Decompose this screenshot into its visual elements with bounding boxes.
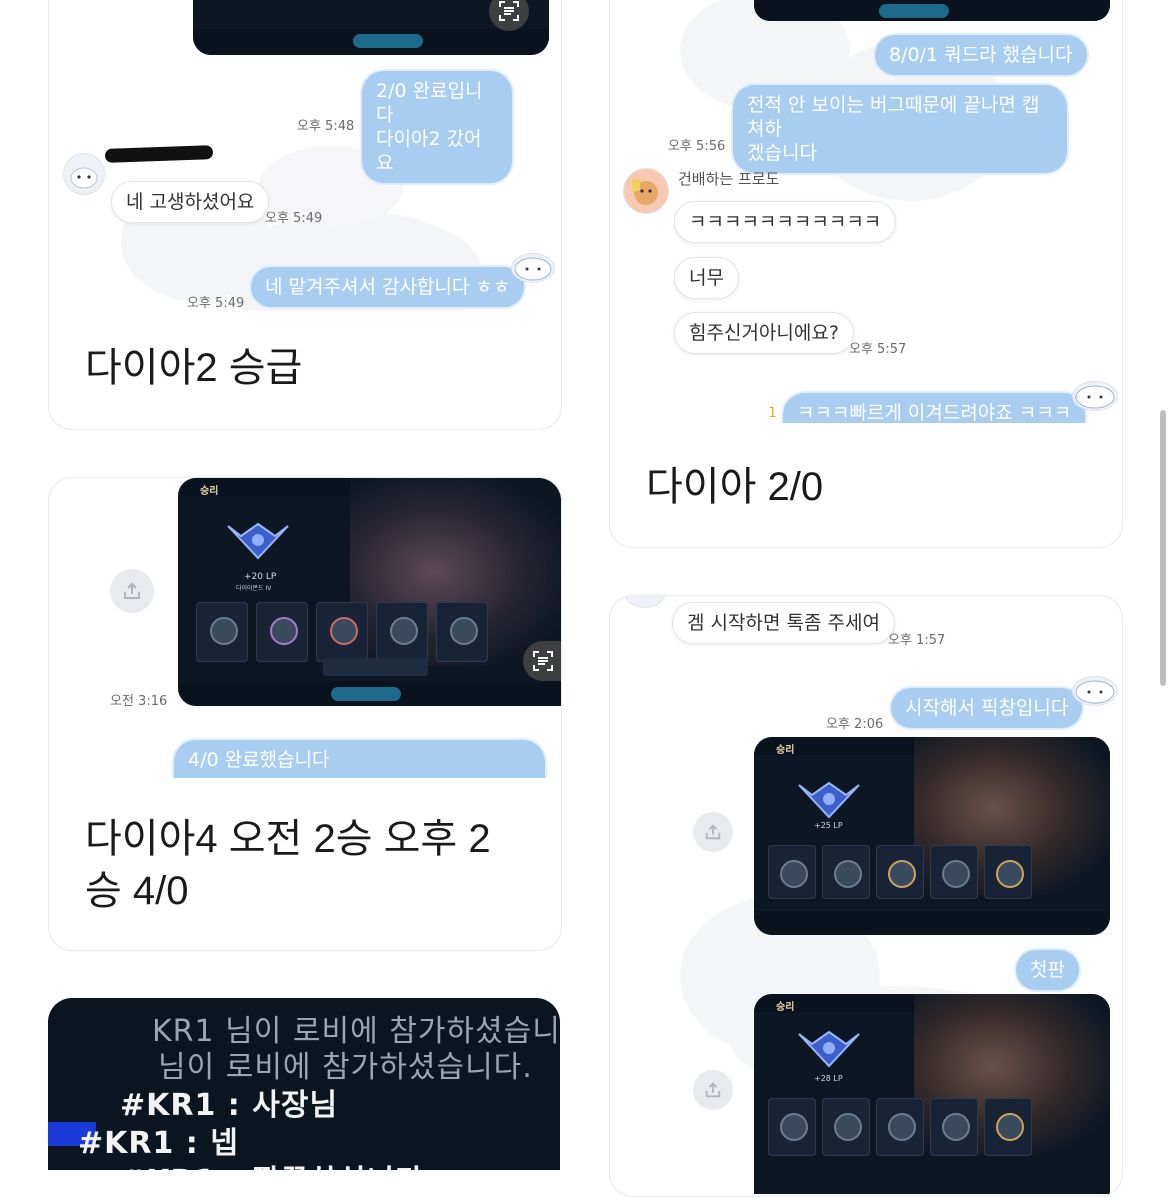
- avatar: [1072, 676, 1118, 706]
- share-icon[interactable]: [693, 1070, 733, 1110]
- mission-tile: [876, 1098, 924, 1156]
- mission-tile: [768, 845, 816, 899]
- lp-gain: +25 LP: [814, 821, 843, 830]
- message-bubble-incoming: 겜 시작하면 톡좀 주세여: [672, 602, 895, 644]
- mission-tile: [984, 845, 1032, 899]
- message-time: 오후 2:06: [826, 717, 884, 732]
- screenshot-footer: [754, 911, 1110, 935]
- message-bubble-incoming: ㅋㅋㅋㅋㅋㅋㅋㅋㅋㅋㅋ: [674, 201, 897, 243]
- mission-tile: [930, 845, 978, 899]
- victory-title: 승리: [776, 1002, 795, 1013]
- rank-crest-icon: [223, 518, 293, 564]
- message-bubble-outgoing: 네 맡겨주셔서 감사합니다 ㅎㅎ: [251, 267, 525, 307]
- lobby-chat-line: #KR1 : 깔끔하십니다: [120, 1156, 424, 1170]
- message-bubble-outgoing: 시작해서 픽창입니다: [891, 688, 1083, 728]
- scrollbar[interactable]: [1160, 410, 1166, 686]
- mission-tile: [822, 845, 870, 899]
- mission-tile: [822, 1098, 870, 1156]
- avatar: [1072, 381, 1118, 411]
- mission-tile: [316, 602, 368, 662]
- message-line: 겠습니다: [747, 142, 817, 164]
- screenshot-footer: [178, 682, 561, 706]
- rank-label: 다이아몬드 IV: [236, 585, 272, 592]
- chat-preview: 2/0 완료입니다 다이아2 갔어요 오후 5:48 네 고생하셨어요 오후 5…: [49, 0, 561, 311]
- message-bubble-outgoing: 전적 안 보이는 버그때문에 끝나면 캡쳐하 겠습니다: [733, 85, 1067, 173]
- caption-line: 다이아4 오전 2승 오후 2: [85, 817, 491, 861]
- victory-title: 승리: [200, 486, 219, 497]
- mission-tile: [376, 602, 428, 662]
- unread-count: 1: [768, 405, 777, 421]
- text-scan-icon[interactable]: [523, 641, 561, 681]
- post-card-5[interactable]: 겜 시작하면 톡좀 주세여 오후 1:57 시작해서 픽창입니다 오후 2:06…: [609, 595, 1123, 1197]
- message-bubble-outgoing: 8/0/1 쿼드라 했습니다: [875, 35, 1087, 75]
- mission-tile: [196, 602, 248, 662]
- lp-gain: +28 LP: [814, 1074, 843, 1083]
- screenshot-footer: [754, 0, 1110, 21]
- message-time: 오후 5:49: [265, 211, 323, 226]
- message-bubble-outgoing: 2/0 완료입니다 다이아2 갔어요: [362, 71, 512, 183]
- mission-tile: [930, 1098, 978, 1156]
- message-time: 오후 5:49: [187, 296, 245, 311]
- mission-tile: [256, 602, 308, 662]
- chat-preview: 겜 시작하면 톡좀 주세여 오후 1:57 시작해서 픽창입니다 오후 2:06…: [610, 596, 1122, 1196]
- game-screenshot[interactable]: 승리 +25 LP: [754, 737, 1110, 935]
- avatar: [63, 153, 105, 195]
- message-line: 다이아2 갔어요: [376, 128, 482, 174]
- avatar: [624, 596, 666, 608]
- avatar: [511, 253, 555, 283]
- message-line: 2/0 완료입니다: [376, 80, 483, 126]
- game-screenshot-thumbnail[interactable]: [193, 0, 549, 55]
- message-time: 오후 5:56: [668, 139, 726, 154]
- post-caption: 다이아2 승급: [85, 346, 303, 390]
- lp-gain: +20 LP: [244, 572, 277, 582]
- message-bubble-outgoing: ㅋㅋㅋ빠르게 이겨드려야죠 ㅋㅋㅋ: [783, 393, 1086, 423]
- caption-line: 승 4/0: [85, 869, 189, 913]
- message-bubble-incoming: 네 고생하셨어요: [111, 181, 270, 223]
- rank-crest-icon: [794, 777, 864, 823]
- message-time: 오후 5:48: [297, 119, 355, 134]
- text-scan-icon[interactable]: [489, 0, 529, 31]
- frodo-avatar: [623, 168, 669, 214]
- victory-title: 승리: [776, 745, 795, 756]
- rank-crest-icon: [794, 1026, 864, 1072]
- post-card-3-lobby-screenshot[interactable]: KR1 님이 로비에 참가하셨습니다. 님이 로비에 참가하셨습니다. #KR1…: [48, 998, 560, 1170]
- mission-tile: [768, 1098, 816, 1156]
- message-bubble-outgoing: 첫판: [1016, 950, 1079, 990]
- post-caption: 다이아 2/0: [646, 465, 824, 509]
- message-line: 전적 안 보이는 버그때문에 끝나면 캡쳐하: [747, 94, 1040, 140]
- post-caption: 다이아4 오전 2승 오후 2 승 4/0: [85, 813, 491, 917]
- post-card-4[interactable]: 8/0/1 쿼드라 했습니다 전적 안 보이는 버그때문에 끝나면 캡쳐하 겠습…: [609, 0, 1123, 548]
- message-time: 오후 1:57: [888, 633, 946, 648]
- chat-preview: 승리 +20 LP 다이아몬드 IV 오전 3:16 4/0 완료했습니다: [49, 478, 561, 778]
- share-icon[interactable]: [693, 812, 733, 852]
- game-screenshot[interactable]: 승리 +28 LP: [754, 994, 1110, 1194]
- game-screenshot-thumbnail[interactable]: [754, 0, 1110, 21]
- game-screenshot[interactable]: 승리 +20 LP 다이아몬드 IV: [178, 478, 561, 706]
- sender-name: 건배하는 프로도: [678, 170, 780, 188]
- message-time: 오전 3:16: [110, 694, 168, 709]
- event-pass-banner: [323, 658, 428, 676]
- screenshot-footer: [193, 29, 549, 55]
- post-card-1[interactable]: 2/0 완료입니다 다이아2 갔어요 오후 5:48 네 고생하셨어요 오후 5…: [48, 0, 562, 430]
- share-icon[interactable]: [110, 569, 154, 613]
- redacted-name-bar: [104, 145, 214, 163]
- message-time: 오후 5:57: [849, 342, 907, 357]
- mission-tile: [436, 602, 488, 662]
- mission-tile: [984, 1098, 1032, 1156]
- message-bubble-incoming: 너무: [674, 257, 739, 299]
- message-bubble-outgoing: 4/0 완료했습니다: [174, 740, 545, 778]
- message-bubble-incoming: 힘주신거아니에요?: [674, 312, 854, 354]
- mission-tile: [876, 845, 924, 899]
- post-card-2[interactable]: 승리 +20 LP 다이아몬드 IV 오전 3:16 4/0 완료했습니다 다이…: [48, 477, 562, 951]
- chat-preview: 8/0/1 쿼드라 했습니다 전적 안 보이는 버그때문에 끝나면 캡쳐하 겠습…: [610, 0, 1122, 423]
